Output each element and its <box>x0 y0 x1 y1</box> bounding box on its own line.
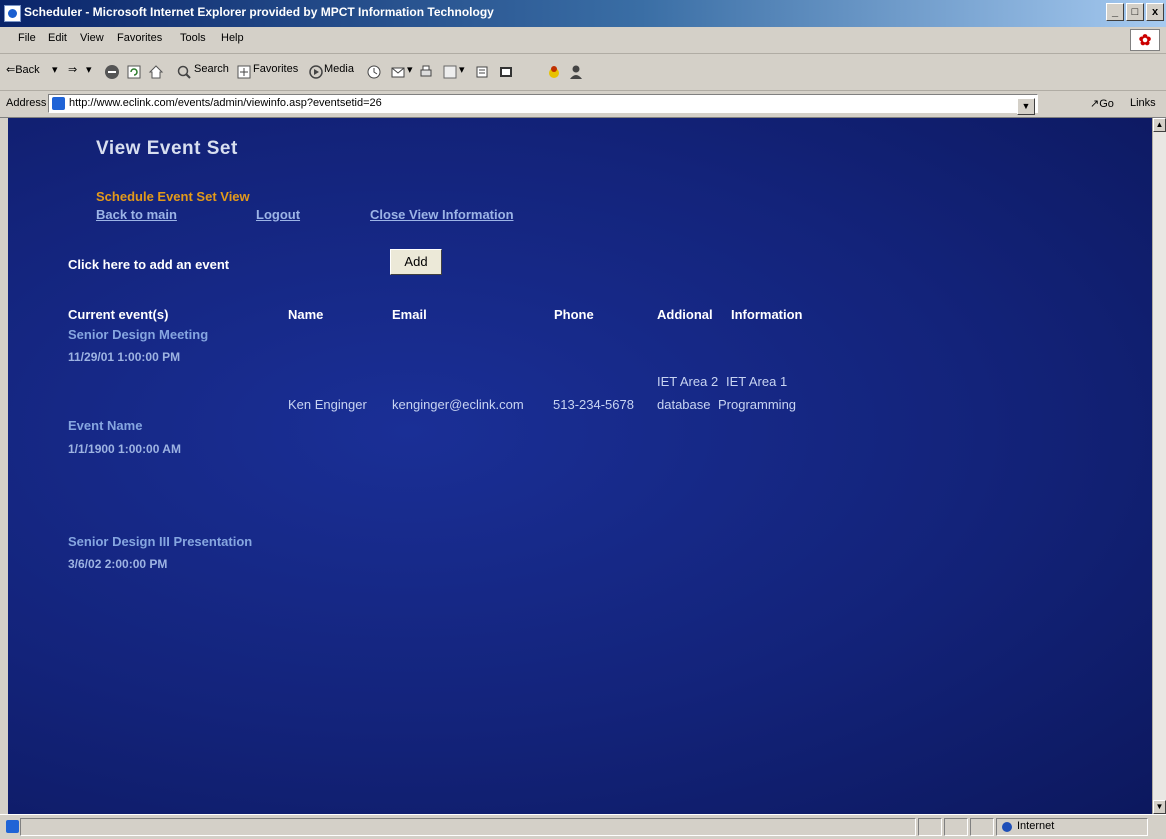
menu-view[interactable]: View <box>80 32 104 44</box>
favorites-button[interactable]: Favorites <box>253 63 298 75</box>
media-icon[interactable] <box>308 64 324 80</box>
menu-edit[interactable]: Edit <box>48 32 67 44</box>
header-phone: Phone <box>554 307 594 322</box>
menu-file[interactable]: File <box>18 32 36 44</box>
refresh-icon[interactable] <box>126 64 142 80</box>
forward-button[interactable]: ⇒ <box>68 63 77 76</box>
status-pane <box>944 818 968 836</box>
attendee-additional-line2: database <box>657 397 711 412</box>
header-information: Information <box>731 307 803 322</box>
close-button[interactable]: x <box>1146 3 1164 21</box>
add-event-label: Click here to add an event <box>68 257 230 272</box>
address-input[interactable]: http://www.eclink.com/events/admin/viewi… <box>48 94 1038 115</box>
page-icon <box>52 97 65 110</box>
address-url[interactable]: http://www.eclink.com/events/admin/viewi… <box>69 97 382 109</box>
media-button[interactable]: Media <box>324 63 354 75</box>
event-name[interactable]: Senior Design Meeting <box>68 327 208 342</box>
maximize-button[interactable]: □ <box>1126 3 1144 21</box>
menu-favorites[interactable]: Favorites <box>117 32 162 44</box>
event-date: 3/6/02 2:00:00 PM <box>68 557 168 571</box>
header-email: Email <box>392 307 427 322</box>
event-name[interactable]: Senior Design III Presentation <box>68 534 252 549</box>
window-controls: _ □ x <box>1106 3 1164 21</box>
header-additional: Addional <box>657 307 713 322</box>
title-bar: Scheduler - Microsoft Internet Explorer … <box>0 0 1166 27</box>
security-zone-pane: Internet <box>996 818 1148 836</box>
globe-icon <box>1002 822 1012 832</box>
go-button[interactable]: ↗Go <box>1090 97 1114 110</box>
page-title: View Event Set <box>96 138 238 159</box>
logout-link[interactable]: Logout <box>256 207 300 222</box>
back-button[interactable]: ⇐Back <box>6 63 40 76</box>
menu-tools[interactable]: Tools <box>180 32 206 44</box>
messenger-icon[interactable] <box>498 64 514 80</box>
status-text-pane <box>20 818 916 836</box>
norton-icon[interactable] <box>546 64 562 80</box>
status-pane <box>918 818 942 836</box>
back-dropdown-icon[interactable]: ▾ <box>52 63 58 76</box>
event-date: 1/1/1900 1:00:00 AM <box>68 442 181 456</box>
address-label: Address <box>6 97 47 109</box>
header-name: Name <box>288 307 324 322</box>
messenger-user-icon[interactable] <box>568 64 584 80</box>
menu-help[interactable]: Help <box>221 32 244 44</box>
home-icon[interactable] <box>148 64 164 80</box>
attendee-phone: 513-234-5678 <box>553 397 634 412</box>
attendee-information-line2: Programming <box>718 397 797 412</box>
go-label: Go <box>1099 98 1114 110</box>
event-date: 11/29/01 1:00:00 PM <box>68 350 181 364</box>
attendee-information-line1: IET Area 1 <box>726 374 788 389</box>
address-dropdown-icon[interactable]: ▼ <box>1017 98 1035 115</box>
page-content: View Event Set Schedule Event Set View B… <box>8 118 1152 814</box>
internet-explorer-icon <box>4 5 21 22</box>
discuss-icon[interactable] <box>474 64 490 80</box>
page-done-icon <box>6 820 19 833</box>
event-name[interactable]: Event Name <box>68 418 142 433</box>
mail-icon[interactable] <box>390 64 406 80</box>
page-subtitle: Schedule Event Set View <box>96 189 250 204</box>
forward-dropdown-icon[interactable]: ▾ <box>86 63 92 76</box>
mail-dropdown-icon[interactable]: ▾ <box>407 63 413 76</box>
add-event-button[interactable]: Add <box>390 249 442 275</box>
stop-icon[interactable] <box>104 64 120 80</box>
header-current-events: Current event(s) <box>68 307 169 322</box>
favorites-icon[interactable] <box>236 64 252 80</box>
window-title: Scheduler - Microsoft Internet Explorer … <box>24 5 494 19</box>
minimize-button[interactable]: _ <box>1106 3 1124 21</box>
attendee-email: kenginger@eclink.com <box>392 397 524 412</box>
security-zone-label: Internet <box>1017 820 1055 832</box>
back-to-main-link[interactable]: Back to main <box>96 207 177 222</box>
scroll-down-icon[interactable]: ▼ <box>1153 800 1166 814</box>
history-icon[interactable] <box>366 64 382 80</box>
print-icon[interactable] <box>418 64 434 80</box>
status-pane <box>970 818 994 836</box>
scroll-up-icon[interactable]: ▲ <box>1153 118 1166 132</box>
edit-icon[interactable] <box>442 64 458 80</box>
status-bar: Internet <box>0 814 1166 839</box>
attendee-name: Ken Enginger <box>288 397 367 412</box>
menu-bar: File Edit View Favorites Tools Help <box>0 27 1166 54</box>
search-icon[interactable] <box>176 64 192 80</box>
edit-dropdown-icon[interactable]: ▾ <box>459 63 465 76</box>
links-button[interactable]: Links <box>1130 97 1156 109</box>
standard-toolbar: ⇐Back ▾ ⇒ ▾ Search Favorites Media ▾ ▾ <box>0 54 1166 91</box>
vertical-scrollbar[interactable]: ▲ ▼ <box>1152 118 1166 814</box>
close-view-information-link[interactable]: Close View Information <box>370 207 514 222</box>
address-bar: Address http://www.eclink.com/events/adm… <box>0 91 1166 118</box>
windows-logo-icon: ✿ <box>1130 29 1160 51</box>
search-button[interactable]: Search <box>194 63 229 75</box>
attendee-additional-line1: IET Area 2 <box>657 374 719 389</box>
